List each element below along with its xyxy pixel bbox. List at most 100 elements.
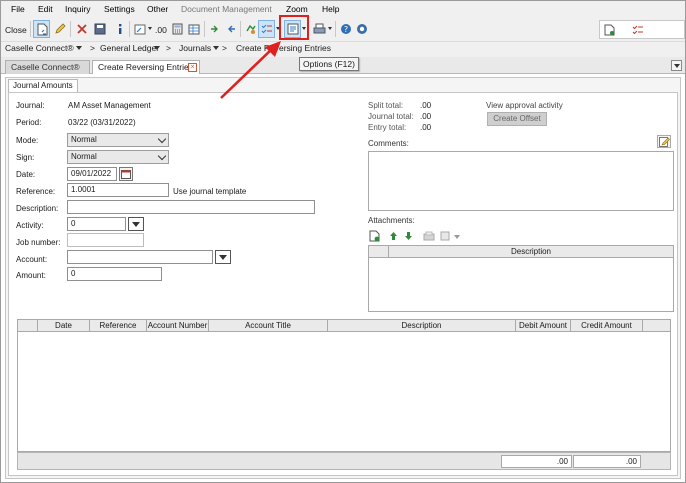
export-icon (227, 25, 235, 33)
quick-panel (599, 20, 685, 39)
arrow-up-icon[interactable] (389, 231, 398, 241)
print-button[interactable] (311, 20, 328, 38)
reference-label: Reference: (16, 187, 56, 196)
description-field[interactable] (67, 200, 315, 214)
menu-other[interactable]: Other (147, 4, 168, 14)
chevron-down-icon (157, 151, 167, 161)
activity-field[interactable]: 0 (67, 217, 126, 231)
entry-total-label: Entry total: (368, 123, 407, 132)
breadcrumb-journals[interactable]: Journals (179, 43, 211, 53)
column-date[interactable]: Date (38, 320, 90, 332)
split-total-value: .00 (420, 101, 432, 110)
export-button[interactable] (222, 20, 239, 38)
activity-dropdown-button[interactable] (128, 217, 144, 231)
breadcrumb-caselle-connect[interactable]: Caselle Connect® (5, 43, 74, 53)
job-number-field[interactable] (67, 233, 144, 247)
save-icon (94, 23, 105, 35)
chevron-down-icon[interactable] (454, 235, 460, 239)
column-account-number[interactable]: Account Number (147, 320, 209, 332)
comment-edit-button[interactable] (657, 135, 671, 148)
save-button[interactable] (91, 20, 108, 38)
decimals-button[interactable]: .00 (155, 25, 167, 35)
menu-file[interactable]: File (11, 4, 25, 14)
menu-edit[interactable]: Edit (38, 4, 53, 14)
toolbar: Close .00 ? (1, 17, 685, 42)
tab-list-button[interactable] (671, 60, 682, 71)
toolbar-separator (335, 21, 336, 37)
menu-inquiry[interactable]: Inquiry (65, 4, 91, 14)
tab-caselle-connect[interactable]: Caselle Connect® (5, 60, 90, 74)
info-button[interactable] (111, 20, 128, 38)
calculator-icon (172, 23, 183, 35)
info-icon (118, 24, 121, 34)
column-debit-amount[interactable]: Debit Amount (516, 320, 571, 332)
breadcrumb-general-ledger[interactable]: General Ledger (100, 43, 159, 53)
date-field[interactable]: 09/01/2022 (67, 167, 117, 181)
amount-field[interactable]: 0 (67, 267, 162, 281)
task-list-icon[interactable] (632, 24, 644, 36)
column-reference[interactable]: Reference (90, 320, 147, 332)
column-account-title[interactable]: Account Title (209, 320, 328, 332)
support-button[interactable] (353, 20, 370, 38)
grid-view-button[interactable] (185, 20, 202, 38)
toolbar-separator (30, 21, 31, 37)
close-button[interactable]: Close (5, 25, 27, 35)
column-description[interactable]: Description (328, 320, 516, 332)
new-document-icon[interactable] (604, 24, 615, 36)
scan-icon[interactable] (423, 231, 435, 241)
print-dropdown-arrow[interactable] (328, 27, 332, 30)
toolbar-separator (70, 21, 71, 37)
chevron-down-icon[interactable] (76, 46, 82, 51)
entries-grid[interactable] (17, 319, 671, 452)
menu-help[interactable]: Help (322, 4, 339, 14)
tab-journal-amounts[interactable]: Journal Amounts (8, 79, 78, 92)
column-credit-amount[interactable]: Credit Amount (571, 320, 643, 332)
use-journal-template-link[interactable]: Use journal template (173, 187, 246, 196)
entries-grid-header: Date Reference Account Number Account Ti… (17, 319, 671, 332)
entry-total-value: .00 (420, 123, 432, 132)
debit-total: .00 (501, 455, 572, 468)
menu-zoom[interactable]: Zoom (286, 4, 308, 14)
calendar-icon (121, 170, 131, 179)
chevron-down-icon[interactable] (154, 46, 160, 51)
period-label: Period: (16, 118, 42, 127)
comments-textarea[interactable] (368, 151, 674, 211)
checklist-button[interactable] (258, 20, 275, 38)
menu-document-management[interactable]: Document Management (181, 4, 272, 14)
period-value: 03/22 (03/31/2022) (68, 118, 136, 127)
reference-field[interactable]: 1.0001 (67, 183, 169, 197)
format-dropdown-arrow[interactable] (148, 27, 152, 30)
amount-label: Amount: (16, 271, 46, 280)
chevron-down-icon (674, 64, 680, 68)
menu-settings[interactable]: Settings (104, 4, 135, 14)
new-entry-button[interactable] (33, 20, 50, 38)
account-field[interactable] (67, 250, 213, 264)
tab-create-reversing-entries[interactable]: Create Reversing Entries × (92, 60, 200, 74)
create-offset-button[interactable]: Create Offset (487, 112, 547, 126)
import-button[interactable] (206, 20, 223, 38)
close-tab-icon[interactable]: × (188, 63, 197, 72)
description-label: Description: (16, 204, 59, 213)
sign-select[interactable]: Normal (67, 150, 169, 164)
view-approval-activity-link[interactable]: View approval activity (486, 101, 563, 110)
date-label: Date: (16, 170, 36, 179)
account-dropdown-button[interactable] (215, 250, 231, 264)
date-picker-button[interactable] (119, 167, 133, 181)
format-button[interactable] (131, 20, 148, 38)
toolbar-separator (129, 21, 130, 37)
mode-select[interactable]: Normal (67, 133, 169, 147)
document-icon[interactable] (440, 231, 450, 241)
delete-button[interactable] (73, 20, 90, 38)
grid-icon (188, 24, 199, 34)
post-icon (245, 24, 256, 34)
attachments-column-description[interactable]: Description (389, 246, 673, 258)
post-button[interactable] (242, 20, 259, 38)
edit-button[interactable] (51, 20, 68, 38)
help-button[interactable]: ? (337, 20, 354, 38)
calculator-button[interactable] (169, 20, 186, 38)
format-icon (134, 24, 145, 35)
arrow-down-icon[interactable] (404, 231, 413, 241)
options-button-highlight (279, 15, 309, 40)
activity-label: Activity: (16, 221, 44, 230)
add-attachment-icon[interactable] (369, 230, 381, 242)
